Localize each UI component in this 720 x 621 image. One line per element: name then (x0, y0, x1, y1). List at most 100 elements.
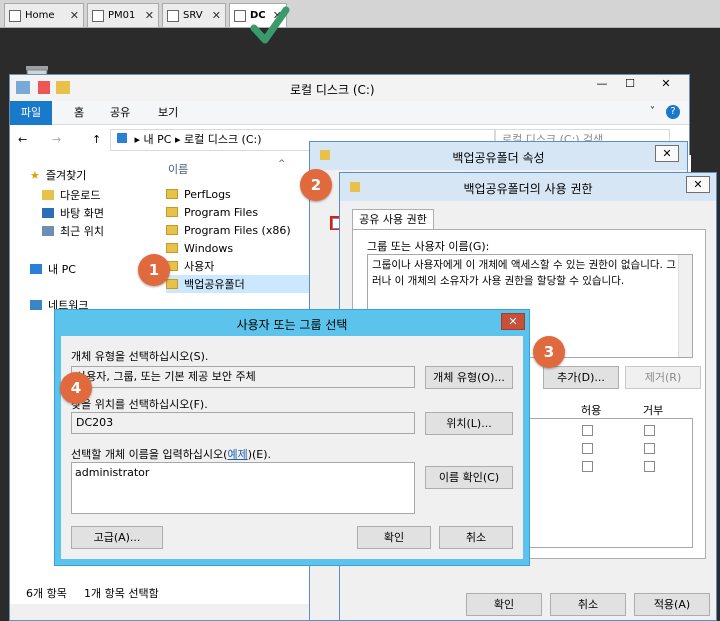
nav-desktop[interactable]: 바탕 화면 (42, 205, 104, 221)
annotation-badge-2: 2 (300, 169, 332, 201)
file-name: PerfLogs (184, 187, 231, 201)
list-item-selected[interactable]: 백업공유폴더 (166, 275, 316, 293)
check-names-button[interactable]: 이름 확인(C) (425, 466, 513, 489)
close-button[interactable]: ✕ (646, 77, 686, 95)
folder-icon (166, 207, 178, 217)
chevron-down-icon[interactable]: ˅ (650, 106, 655, 117)
vm-tab-label: Home (25, 10, 55, 21)
vm-icon (92, 9, 104, 22)
advanced-button[interactable]: 고급(A)... (71, 526, 163, 549)
breadcrumb-local-disk[interactable]: 로컬 디스크 (C:) (184, 133, 262, 146)
ok-button[interactable]: 확인 (357, 526, 431, 549)
object-names-input[interactable]: administrator (71, 462, 415, 514)
nav-label: 최근 위치 (60, 225, 104, 238)
recent-icon (42, 226, 54, 236)
breadcrumb-this-pc[interactable]: 내 PC (144, 133, 172, 146)
object-types-button[interactable]: 개체 유형(O)... (425, 366, 513, 389)
tab-file[interactable]: 파일 (10, 101, 52, 125)
nav-this-pc[interactable]: 내 PC (30, 261, 76, 277)
properties-icon[interactable] (38, 81, 50, 94)
locations-button[interactable]: 위치(L)... (425, 412, 513, 435)
remove-button[interactable]: 제거(R) (625, 366, 701, 389)
deny-checkbox[interactable] (644, 425, 655, 436)
ok-button[interactable]: 확인 (466, 593, 542, 616)
scrollbar[interactable] (678, 255, 692, 357)
list-item[interactable]: Program Files (166, 203, 258, 221)
up-icon[interactable]: ↑ (92, 133, 101, 146)
ribbon-tabs: 파일 홈 공유 보기 ˅ ? (10, 101, 689, 125)
file-name: 백업공유폴더 (184, 278, 245, 291)
deny-checkbox[interactable] (644, 461, 655, 472)
computer-icon (30, 264, 42, 274)
file-name: Windows (184, 241, 234, 255)
explorer-title-bar: 로컬 디스크 (C:) — ☐ ✕ (10, 75, 689, 101)
close-icon[interactable]: ✕ (212, 9, 221, 22)
star-icon: ★ (30, 168, 40, 182)
folder-icon (166, 225, 178, 235)
close-button[interactable]: ✕ (686, 176, 710, 193)
apply-button[interactable]: 적용(A) (634, 593, 710, 616)
allow-checkbox[interactable] (582, 425, 593, 436)
cancel-button[interactable]: 취소 (550, 593, 626, 616)
forward-icon[interactable]: → (52, 133, 61, 146)
maximize-button[interactable]: ☐ (618, 77, 642, 95)
vm-tab-srv[interactable]: SRV ✕ (162, 3, 226, 27)
deny-checkbox[interactable] (644, 443, 655, 454)
select-dialog-body: 개체 유형을 선택하십시오(S). 사용자, 그룹, 또는 기본 제공 보안 주… (61, 336, 523, 559)
folder-icon (166, 243, 178, 253)
downloads-icon (42, 190, 54, 200)
status-selected: 1개 항목 선택함 (84, 587, 159, 600)
tab-home[interactable]: 홈 (66, 101, 92, 125)
allow-header: 허용 (581, 404, 602, 417)
tab-share-permissions[interactable]: 공유 사용 권한 (352, 209, 434, 230)
file-name: Program Files (x86) (184, 223, 291, 237)
permissions-title-bar: 백업공유폴더의 사용 권한 ✕ (340, 173, 716, 201)
new-folder-icon[interactable] (56, 81, 70, 94)
list-item[interactable]: 사용자 (166, 257, 214, 275)
add-button[interactable]: 추가(D)... (543, 366, 619, 389)
nav-recent[interactable]: 최근 위치 (42, 223, 104, 239)
nav-downloads[interactable]: 다운로드 (42, 187, 100, 203)
cancel-button[interactable]: 취소 (439, 526, 513, 549)
column-header-name[interactable]: 이름 (168, 161, 188, 177)
annotation-badge-1: 1 (138, 254, 170, 286)
location-label: 찾을 위치를 선택하십시오(F). (71, 398, 208, 411)
list-item[interactable]: Windows (166, 239, 233, 257)
back-icon[interactable]: ← (18, 133, 27, 146)
nav-favorites[interactable]: ★ 즐겨찾기 (30, 167, 86, 183)
allow-checkbox[interactable] (582, 443, 593, 454)
dialog-title: 백업공유폴더의 사용 권한 (463, 182, 593, 196)
vm-icon (167, 9, 179, 22)
minimize-button[interactable]: — (590, 77, 614, 95)
examples-link[interactable]: 예제 (227, 448, 247, 461)
vm-tab-bar: Home ✕ PM01 ✕ SRV ✕ DC ✕ (0, 0, 720, 28)
quick-access-icon[interactable] (16, 81, 30, 94)
close-icon[interactable]: ✕ (145, 9, 154, 22)
allow-checkbox[interactable] (582, 461, 593, 472)
annotation-badge-3: 3 (533, 336, 565, 368)
close-button[interactable]: ✕ (655, 145, 679, 162)
properties-title-bar: 백업공유폴더 속성 ✕ (310, 142, 687, 170)
vm-tab-pm01[interactable]: PM01 ✕ (87, 3, 159, 27)
sort-chevron-icon: ^ (278, 159, 286, 169)
enter-names-label: 선택할 개체 이름을 입력하십시오(예제)(E). (71, 446, 271, 462)
location-field: DC203 (71, 412, 415, 434)
vm-tab-label: SRV (183, 10, 203, 21)
tab-view[interactable]: 보기 (150, 101, 186, 125)
window-title: 로컬 디스크 (C:) (290, 83, 375, 97)
nav-label: 바탕 화면 (60, 207, 104, 220)
folder-icon (166, 189, 178, 199)
help-icon[interactable]: ? (666, 105, 680, 119)
nav-label: 즐겨찾기 (45, 169, 87, 182)
list-item[interactable]: Program Files (x86) (166, 221, 291, 239)
vm-tab-home[interactable]: Home ✕ (4, 3, 84, 27)
tab-share[interactable]: 공유 (102, 101, 138, 125)
vm-icon (234, 9, 246, 22)
close-button[interactable]: ✕ (501, 313, 525, 330)
check-mark-icon (250, 6, 290, 44)
desktop-icon (42, 208, 54, 218)
nav-label: 다운로드 (60, 189, 101, 202)
close-icon[interactable]: ✕ (70, 9, 79, 22)
label-text: )(E). (247, 448, 272, 461)
list-item[interactable]: PerfLogs (166, 185, 231, 203)
